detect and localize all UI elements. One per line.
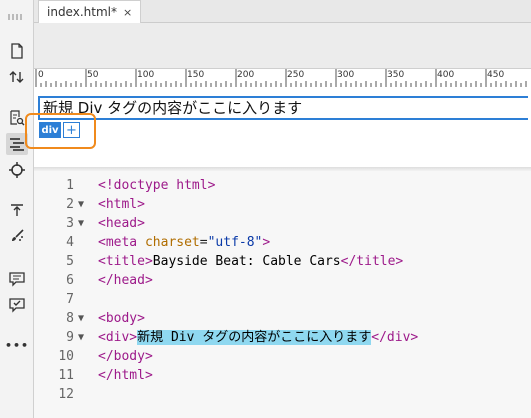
div-text-highlight[interactable]: 新規 Div タグの内容がここに入ります <box>137 330 372 345</box>
code-view[interactable]: 1 <!doctype html> 2 ▼ <html> 3 ▼ <head> … <box>34 171 531 418</box>
close-icon[interactable]: × <box>123 6 132 19</box>
target-icon[interactable] <box>6 159 28 181</box>
line-number: 11 <box>58 368 74 383</box>
code-line[interactable]: 6 </head> <box>34 271 531 290</box>
ruler-label: 0 <box>38 70 44 80</box>
html-close-tag: </html> <box>98 368 153 383</box>
toolbar-grip[interactable] <box>8 14 24 20</box>
tab-title: index.html* <box>47 5 117 19</box>
html-tag: <html> <box>98 197 145 212</box>
ruler-label: 100 <box>137 70 155 80</box>
doctype-tag: <!doctype html> <box>98 178 216 193</box>
ruler-label: 450 <box>487 70 505 80</box>
ruler-label: 150 <box>187 70 205 80</box>
new-file-icon[interactable] <box>6 40 28 62</box>
line-number: 9 <box>66 330 74 345</box>
code-line[interactable]: 2 ▼ <html> <box>34 195 531 214</box>
more-icon[interactable]: ••• <box>5 334 28 356</box>
tab-index-html[interactable]: index.html* × <box>38 0 142 23</box>
code-line[interactable]: 11 </html> <box>34 366 531 385</box>
body-close-tag: </body> <box>98 349 153 364</box>
line-number: 5 <box>66 254 74 269</box>
fold-icon[interactable]: ▼ <box>78 214 90 233</box>
meta-close: > <box>262 235 271 250</box>
ruler-label: 50 <box>87 70 99 80</box>
line-number: 4 <box>66 235 74 250</box>
title-open: <title> <box>98 254 153 269</box>
horizontal-ruler: 0 50 100 150 200 250 300 350 400 450 <box>34 68 531 88</box>
fold-icon[interactable]: ▼ <box>78 195 90 214</box>
ruler-label: 250 <box>287 70 305 80</box>
title-close: </title> <box>340 254 404 269</box>
ruler-label: 350 <box>387 70 405 80</box>
comment-check-icon[interactable] <box>6 294 28 316</box>
code-line[interactable]: 7 <box>34 290 531 309</box>
design-view: 新規 Div タグの内容がここに入ります div + <box>25 87 531 167</box>
ruler-label: 200 <box>237 70 255 80</box>
pin-icon[interactable] <box>6 199 28 221</box>
div-close-tag: </div> <box>371 330 419 345</box>
meta-open: <meta <box>98 235 145 250</box>
code-line[interactable]: 1 <!doctype html> <box>34 176 531 195</box>
line-number: 12 <box>58 387 74 402</box>
div-open-tag: <div> <box>98 330 138 345</box>
ruler-label: 400 <box>437 70 455 80</box>
code-line[interactable]: 4 <meta charset="utf-8"> <box>34 233 531 252</box>
div-tag-badge[interactable]: div <box>39 122 61 138</box>
brush-icon[interactable] <box>6 225 28 247</box>
ruler-label: 300 <box>337 70 355 80</box>
left-toolbar: ••• <box>0 0 34 418</box>
fold-icon[interactable]: ▼ <box>78 328 90 347</box>
head-close-tag: </head> <box>98 273 153 288</box>
line-number: 2 <box>66 197 74 212</box>
head-tag: <head> <box>98 216 145 231</box>
sort-icon[interactable] <box>6 66 28 88</box>
line-number: 8 <box>66 311 74 326</box>
design-view-header <box>34 23 531 68</box>
meta-attr: charset <box>144 235 200 250</box>
meta-eq: = <box>199 235 208 250</box>
comment-icon[interactable] <box>6 268 28 290</box>
line-number: 3 <box>66 216 74 231</box>
fold-icon[interactable]: ▼ <box>78 309 90 328</box>
line-number: 7 <box>66 292 74 307</box>
code-line[interactable]: 12 <box>34 385 531 404</box>
line-number: 6 <box>66 273 74 288</box>
div-element[interactable]: 新規 Div タグの内容がここに入ります <box>38 96 528 120</box>
document-tab-bar: index.html* × <box>34 0 531 23</box>
code-line[interactable]: 5 <title>Bayside Beat: Cable Cars</title… <box>34 252 531 271</box>
line-number: 10 <box>58 349 74 364</box>
title-text: Bayside Beat: Cable Cars <box>152 254 341 269</box>
code-line[interactable]: 9 ▼ <div>新規 Div タグの内容がここに入ります</div> <box>34 328 531 347</box>
ruler-ticks <box>35 69 527 87</box>
line-number: 1 <box>66 178 74 193</box>
meta-value: "utf-8" <box>207 235 263 250</box>
add-class-button[interactable]: + <box>63 122 80 138</box>
code-line[interactable]: 10 </body> <box>34 347 531 366</box>
code-line[interactable]: 8 ▼ <body> <box>34 309 531 328</box>
code-line[interactable]: 3 ▼ <head> <box>34 214 531 233</box>
body-tag: <body> <box>98 311 145 326</box>
